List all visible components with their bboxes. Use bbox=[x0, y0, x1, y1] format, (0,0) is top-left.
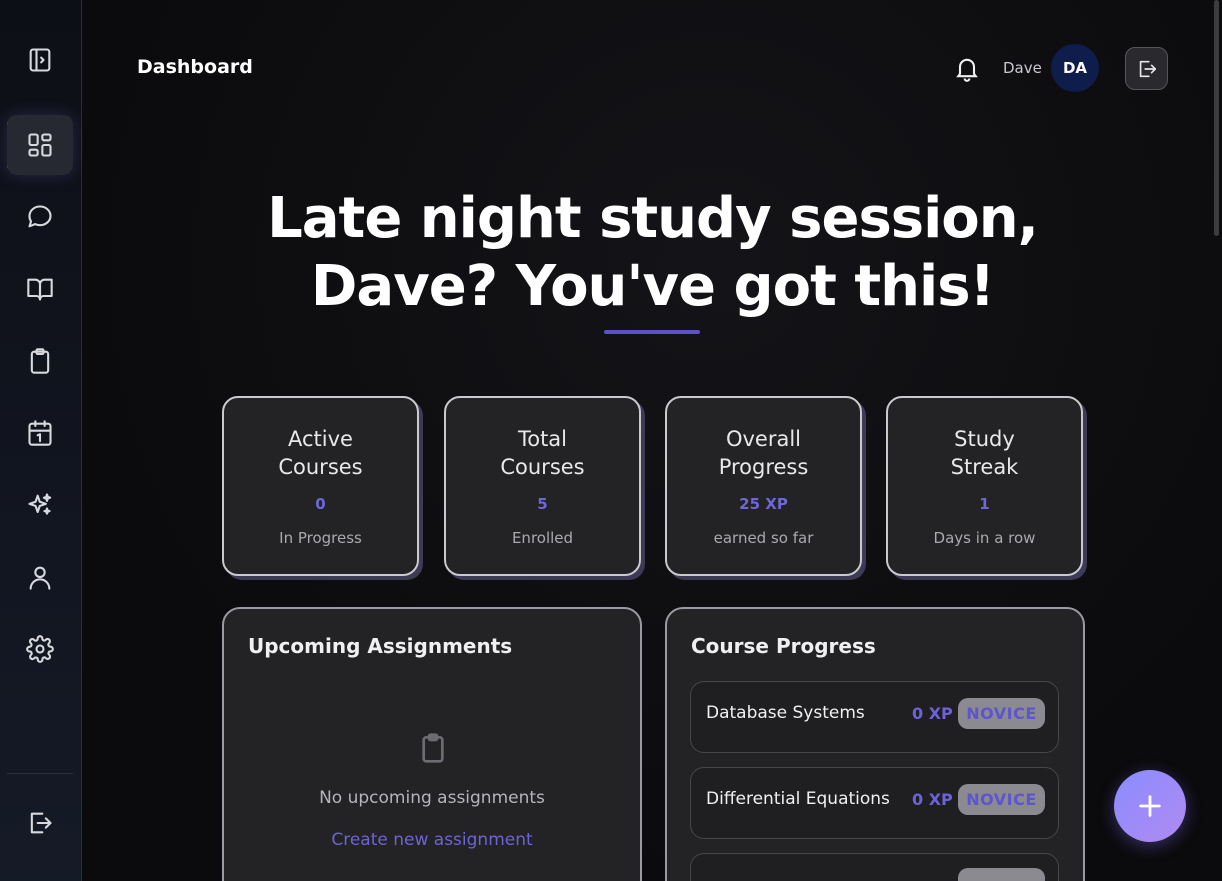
panel-title: Upcoming Assignments bbox=[248, 634, 513, 658]
sidebar-logout-button[interactable] bbox=[7, 793, 73, 853]
main-content: Dashboard Dave DA Late night study sessi… bbox=[83, 0, 1222, 881]
sparkles-icon bbox=[28, 493, 52, 515]
sidebar-item-profile[interactable] bbox=[7, 547, 73, 607]
sidebar-item-ai-assistant[interactable] bbox=[7, 475, 73, 535]
upcoming-assignments-panel: Upcoming Assignments No upcoming assignm… bbox=[222, 607, 642, 881]
stat-value: 1 bbox=[979, 495, 990, 513]
stat-title: Total Courses bbox=[500, 427, 585, 479]
stat-card-study-streak[interactable]: Study Streak 1 Days in a row bbox=[886, 396, 1083, 576]
sidebar-item-courses[interactable] bbox=[7, 259, 73, 319]
open-book-icon bbox=[27, 278, 53, 301]
stat-value: 25 XP bbox=[739, 495, 788, 513]
bell-icon bbox=[956, 58, 978, 82]
gear-icon bbox=[26, 635, 54, 663]
course-name: Database Systems bbox=[706, 703, 865, 723]
plus-icon bbox=[1139, 795, 1161, 817]
user-name: Dave bbox=[1003, 59, 1042, 77]
empty-state-text: No upcoming assignments bbox=[319, 788, 545, 808]
clipboard-icon bbox=[30, 348, 50, 374]
user-icon bbox=[29, 566, 51, 590]
logout-icon bbox=[30, 812, 52, 834]
stat-card-overall-progress[interactable]: Overall Progress 25 XP earned so far bbox=[665, 396, 862, 576]
sidebar-item-dashboard[interactable] bbox=[7, 115, 73, 175]
stat-label: earned so far bbox=[713, 529, 814, 547]
stat-title: Study Streak bbox=[950, 427, 1019, 479]
course-item[interactable]: Differential Equations 0 XP NOVICE bbox=[690, 767, 1059, 839]
level-badge bbox=[958, 868, 1045, 881]
notifications-button[interactable] bbox=[953, 54, 981, 82]
clipboard-icon bbox=[417, 731, 449, 765]
toggle-sidebar-button[interactable] bbox=[7, 30, 73, 90]
greeting-line-2: Dave? You've got this! bbox=[310, 254, 995, 319]
level-badge: NOVICE bbox=[958, 784, 1045, 815]
add-fab-button[interactable] bbox=[1114, 770, 1186, 842]
stat-label: Enrolled bbox=[511, 529, 574, 547]
panel-toggle-icon bbox=[29, 48, 51, 72]
course-item[interactable]: Database Systems 0 XP NOVICE bbox=[690, 681, 1059, 753]
course-name: Differential Equations bbox=[706, 789, 890, 809]
stat-card-active-courses[interactable]: Active Courses 0 In Progress bbox=[222, 396, 419, 576]
dashboard-grid-icon bbox=[28, 133, 52, 157]
sidebar-item-assignments[interactable] bbox=[7, 331, 73, 391]
sidebar-item-settings[interactable] bbox=[7, 619, 73, 679]
sidebar bbox=[0, 0, 82, 881]
sidebar-item-chat[interactable] bbox=[7, 187, 73, 247]
avatar[interactable]: DA bbox=[1051, 44, 1099, 92]
heading-underline bbox=[604, 330, 700, 334]
sidebar-divider bbox=[7, 773, 73, 774]
calendar-icon bbox=[28, 420, 52, 446]
level-badge: NOVICE bbox=[958, 698, 1045, 729]
stat-label: In Progress bbox=[279, 529, 362, 547]
page-title: Dashboard bbox=[137, 56, 253, 78]
create-assignment-link[interactable]: Create new assignment bbox=[224, 830, 640, 850]
course-xp: 0 XP bbox=[912, 790, 953, 809]
header-logout-button[interactable] bbox=[1125, 47, 1168, 90]
panel-title: Course Progress bbox=[691, 634, 876, 658]
course-xp: 0 XP bbox=[912, 704, 953, 723]
sidebar-item-calendar[interactable] bbox=[7, 403, 73, 463]
stat-value: 0 bbox=[315, 495, 326, 513]
stat-title: Active Courses bbox=[278, 427, 363, 479]
stat-value: 5 bbox=[537, 495, 548, 513]
greeting-line-1: Late night study session, bbox=[267, 186, 1039, 251]
greeting-heading: Late night study session, Dave? You've g… bbox=[83, 185, 1222, 321]
stat-label: Days in a row bbox=[933, 529, 1036, 547]
logout-icon bbox=[1139, 60, 1156, 77]
course-progress-panel: Course Progress Database Systems 0 XP NO… bbox=[665, 607, 1085, 881]
stat-card-total-courses[interactable]: Total Courses 5 Enrolled bbox=[444, 396, 641, 576]
chat-bubble-icon bbox=[28, 205, 52, 228]
course-item[interactable] bbox=[690, 853, 1059, 881]
stat-title: Overall Progress bbox=[718, 427, 809, 479]
